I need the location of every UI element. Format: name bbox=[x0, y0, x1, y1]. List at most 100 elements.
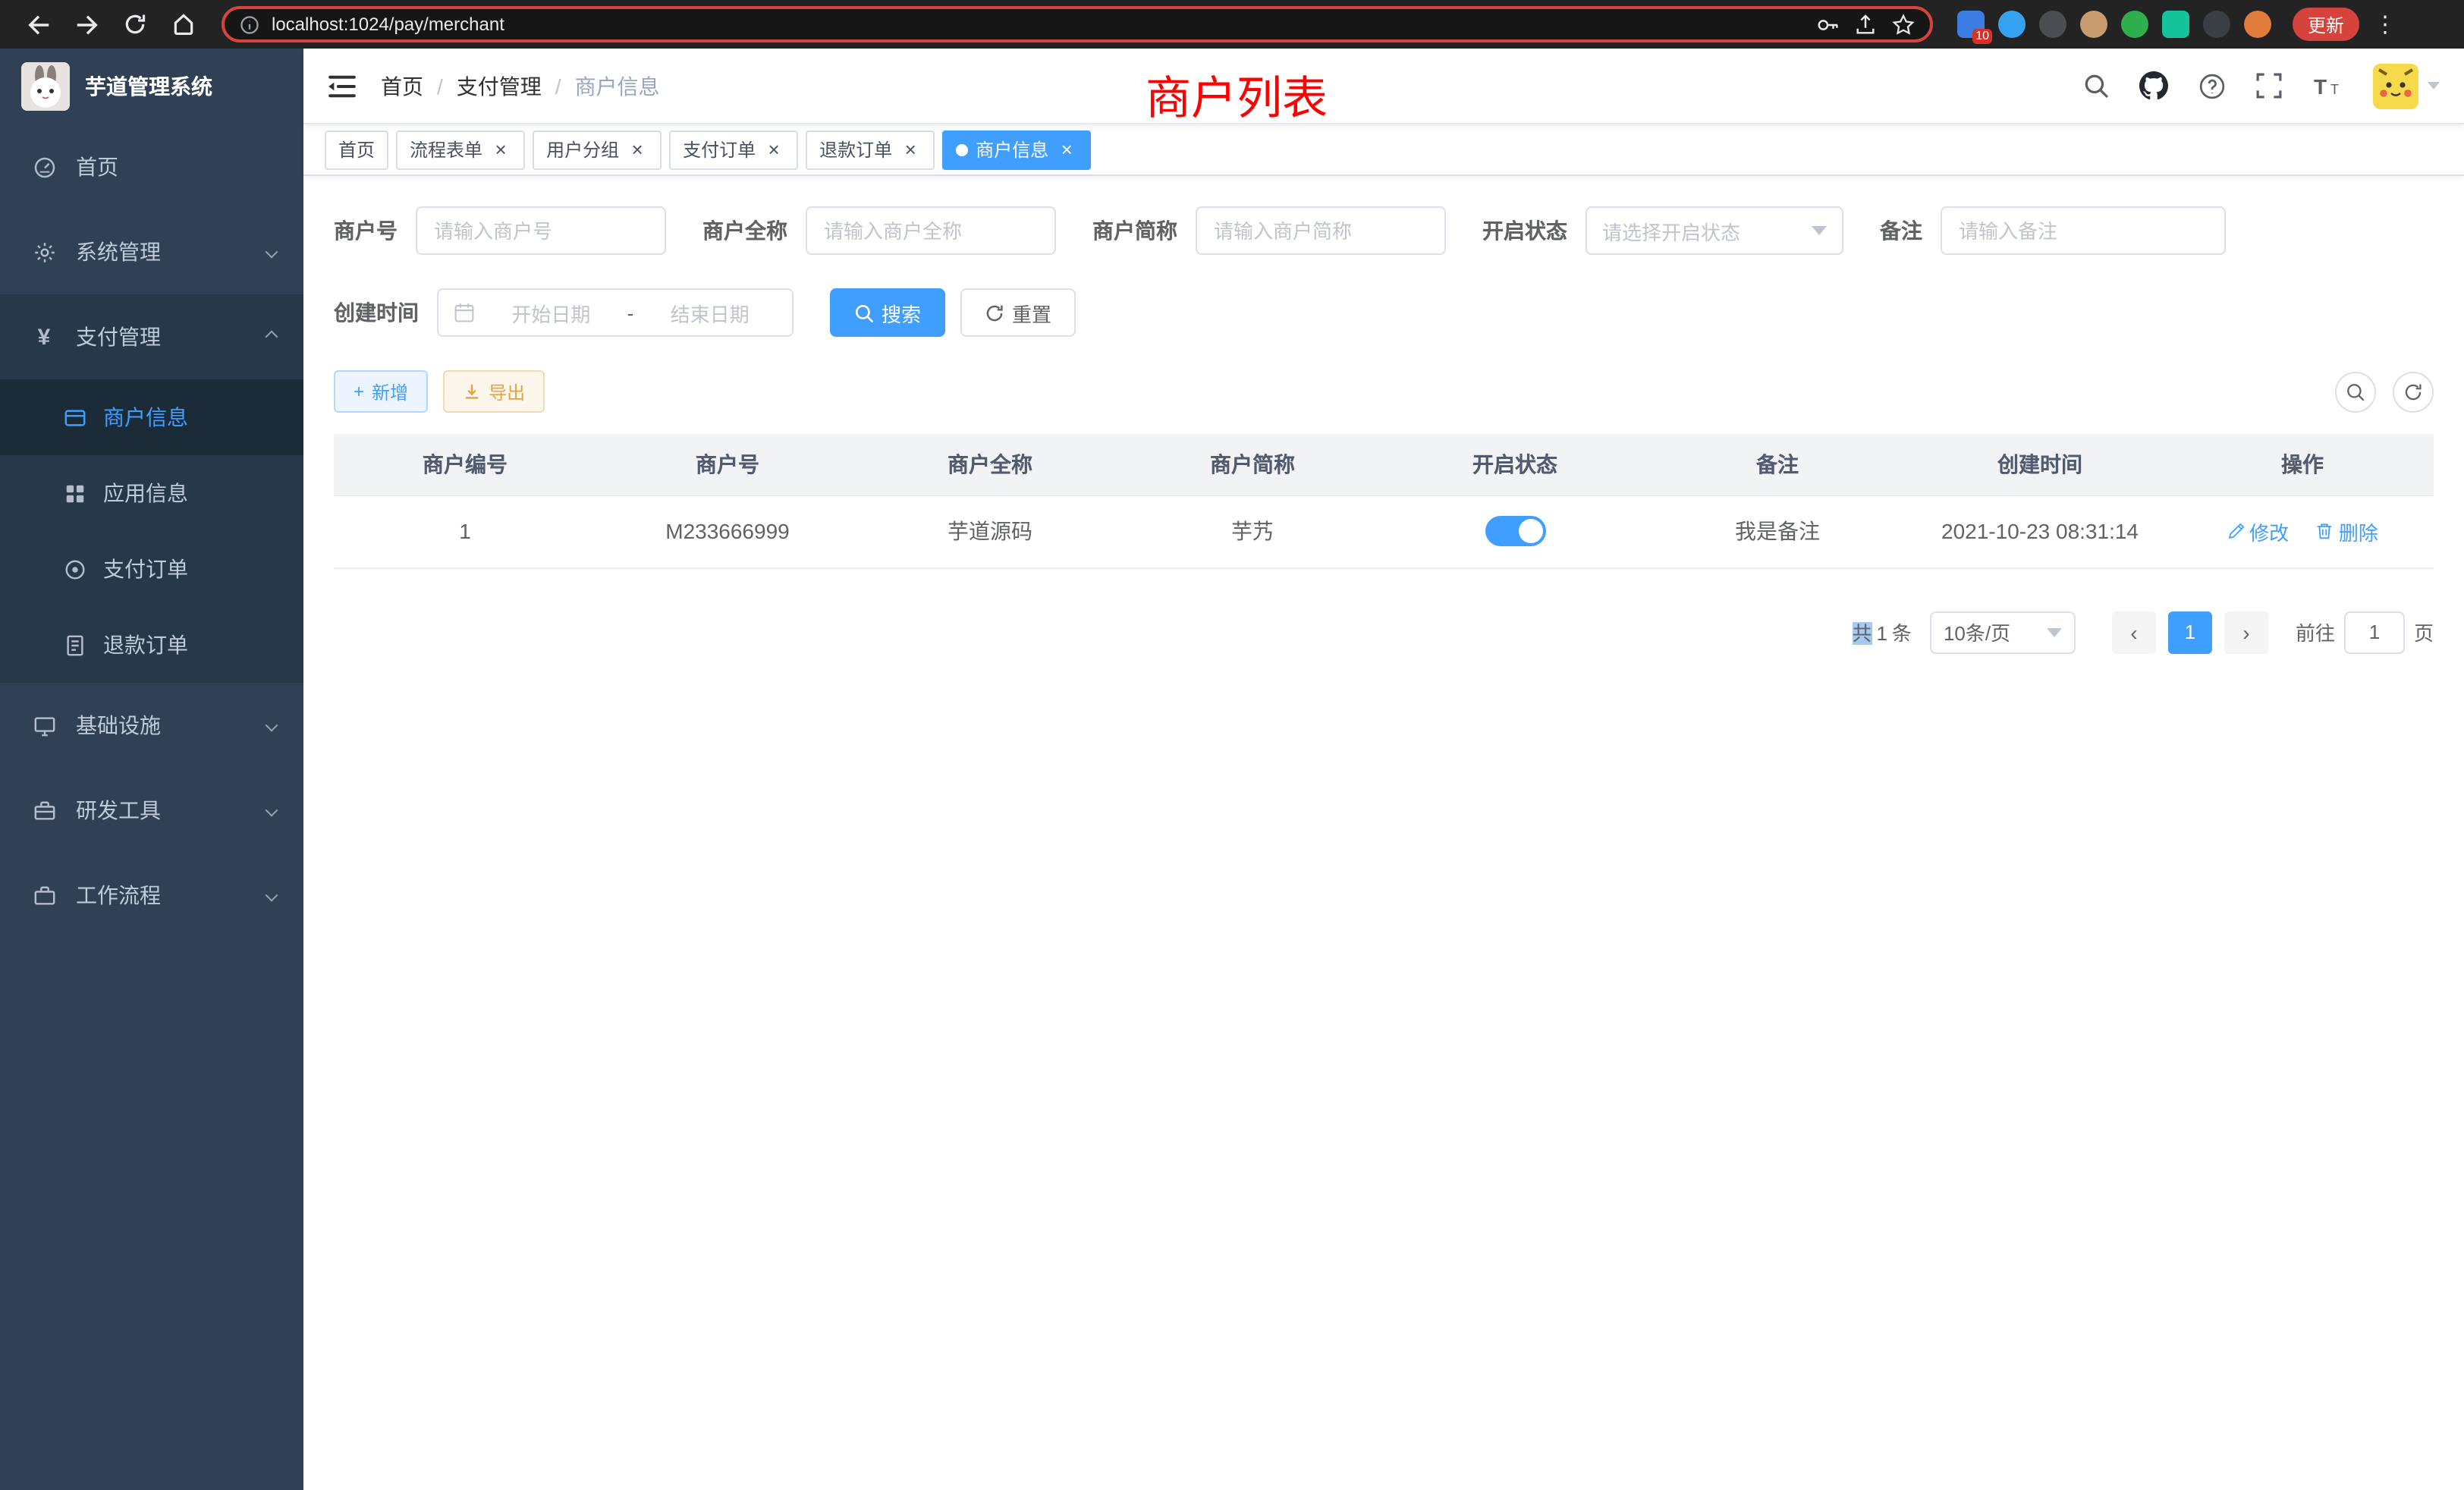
sidebar-item-dev-tools[interactable]: 研发工具 bbox=[0, 768, 303, 853]
page-content: 商户号 商户全称 商户简称 开启状态 请选择开启状态 bbox=[303, 176, 2464, 1490]
field-label: 备注 bbox=[1880, 215, 1922, 246]
refresh-button[interactable] bbox=[2393, 371, 2434, 412]
hamburger-menu-icon[interactable] bbox=[328, 74, 357, 98]
password-key-icon[interactable] bbox=[1816, 13, 1839, 36]
sidebar-subitem-merchant-info[interactable]: 商户信息 bbox=[0, 379, 303, 455]
merchant-name-input[interactable] bbox=[806, 206, 1056, 255]
bookmark-star-icon[interactable] bbox=[1892, 13, 1915, 36]
tab-refund-order[interactable]: 退款订单 × bbox=[806, 130, 935, 169]
extension-icon-1[interactable]: 10 bbox=[1957, 11, 1985, 38]
browser-menu-icon[interactable]: ⋮ bbox=[2371, 11, 2399, 38]
breadcrumb-item-payment[interactable]: 支付管理 bbox=[457, 71, 542, 101]
sidebar-item-payment[interactable]: ¥ 支付管理 bbox=[0, 294, 303, 379]
field-label: 开启状态 bbox=[1482, 215, 1567, 246]
create-time-range-picker[interactable]: 开始日期 - 结束日期 bbox=[437, 288, 794, 337]
extension-icon-3[interactable] bbox=[2039, 11, 2066, 38]
extension-icon-7[interactable] bbox=[2203, 11, 2230, 38]
search-icon[interactable] bbox=[2083, 73, 2109, 99]
extension-icon-2[interactable] bbox=[1998, 11, 2026, 38]
table-header-row: 商户编号 商户号 商户全称 商户简称 开启状态 备注 创建时间 操作 bbox=[334, 434, 2434, 495]
browser-address-bar[interactable]: localhost:1024/pay/merchant bbox=[222, 6, 1933, 42]
tab-merchant-info[interactable]: 商户信息 × bbox=[942, 130, 1091, 169]
status-select[interactable]: 请选择开启状态 bbox=[1586, 206, 1843, 255]
search-button-label: 搜索 bbox=[882, 298, 921, 327]
goto-page-input[interactable] bbox=[2344, 611, 2405, 653]
share-icon[interactable] bbox=[1854, 13, 1877, 36]
sidebar-item-system[interactable]: 系统管理 bbox=[0, 209, 303, 294]
help-question-icon[interactable] bbox=[2198, 72, 2226, 99]
breadcrumb: 首页 / 支付管理 / 商户信息 bbox=[381, 71, 660, 101]
tab-payment-order[interactable]: 支付订单 × bbox=[669, 130, 798, 169]
edit-link-label: 修改 bbox=[2249, 517, 2289, 545]
prev-page-button[interactable]: ‹ bbox=[2112, 611, 2156, 653]
select-placeholder: 请选择开启状态 bbox=[1602, 216, 1740, 245]
pagination-total: 共1条 bbox=[1852, 618, 1912, 646]
browser-home-icon[interactable] bbox=[161, 3, 206, 46]
add-button[interactable]: + 新增 bbox=[334, 370, 428, 413]
reset-button[interactable]: 重置 bbox=[960, 288, 1076, 337]
extension-icon-6[interactable] bbox=[2162, 11, 2189, 38]
page-1-button[interactable]: 1 bbox=[2168, 611, 2212, 653]
edit-link[interactable]: 修改 bbox=[2227, 517, 2289, 545]
merchant-card-icon bbox=[61, 406, 88, 429]
close-icon[interactable]: × bbox=[763, 139, 784, 160]
url-text: localhost:1024/pay/merchant bbox=[272, 14, 1804, 35]
sidebar-subitem-label: 商户信息 bbox=[103, 402, 188, 432]
close-icon[interactable]: × bbox=[490, 139, 511, 160]
filter-row-2: 创建时间 开始日期 - 结束日期 搜索 bbox=[334, 288, 2434, 337]
sidebar-item-infrastructure[interactable]: 基础设施 bbox=[0, 683, 303, 768]
sidebar-subitem-app-info[interactable]: 应用信息 bbox=[0, 455, 303, 531]
svg-text:T: T bbox=[2330, 81, 2339, 96]
close-icon[interactable]: × bbox=[1056, 139, 1077, 160]
tab-home[interactable]: 首页 bbox=[325, 130, 388, 169]
column-header: 开启状态 bbox=[1384, 434, 1646, 495]
toolbox-icon bbox=[30, 799, 58, 822]
goto-suffix: 页 bbox=[2414, 618, 2434, 646]
cell-status bbox=[1384, 495, 1646, 567]
merchant-short-name-input[interactable] bbox=[1196, 206, 1446, 255]
merchant-no-input[interactable] bbox=[416, 206, 666, 255]
page-size-select[interactable]: 10条/页 bbox=[1930, 611, 2076, 653]
filter-create-time: 创建时间 开始日期 - 结束日期 bbox=[334, 288, 794, 337]
font-size-icon[interactable]: TT bbox=[2312, 74, 2343, 98]
browser-forward-icon[interactable] bbox=[64, 3, 109, 46]
add-button-label: 新增 bbox=[372, 379, 408, 404]
extension-icon-8[interactable] bbox=[2244, 11, 2271, 38]
breadcrumb-item-home[interactable]: 首页 bbox=[381, 71, 423, 101]
browser-update-button[interactable]: 更新 bbox=[2293, 8, 2359, 41]
extension-icon-4[interactable] bbox=[2080, 11, 2107, 38]
browser-reload-icon[interactable] bbox=[112, 3, 158, 46]
user-menu[interactable] bbox=[2373, 63, 2440, 108]
filter-merchant-name: 商户全称 bbox=[702, 206, 1056, 255]
tab-user-group[interactable]: 用户分组 × bbox=[533, 130, 662, 169]
column-header: 操作 bbox=[2171, 434, 2434, 495]
sidebar-item-workflow[interactable]: 工作流程 bbox=[0, 853, 303, 938]
tab-process-form[interactable]: 流程表单 × bbox=[396, 130, 525, 169]
sidebar-menu: 首页 系统管理 ¥ 支付管理 bbox=[0, 124, 303, 938]
close-icon[interactable]: × bbox=[900, 139, 921, 160]
search-button[interactable]: 搜索 bbox=[830, 288, 945, 337]
fullscreen-icon[interactable] bbox=[2256, 73, 2282, 99]
next-page-button[interactable]: › bbox=[2224, 611, 2268, 653]
app-logo[interactable]: 芋道管理系统 bbox=[0, 49, 303, 124]
browser-back-icon[interactable] bbox=[15, 3, 61, 46]
remark-input[interactable] bbox=[1941, 206, 2226, 255]
user-avatar[interactable] bbox=[2373, 63, 2418, 108]
site-info-icon[interactable] bbox=[240, 14, 259, 34]
close-icon[interactable]: × bbox=[627, 139, 648, 160]
sidebar-subitem-payment-order[interactable]: 支付订单 bbox=[0, 531, 303, 607]
extension-icon-5[interactable] bbox=[2121, 11, 2148, 38]
delete-link-label: 删除 bbox=[2339, 517, 2378, 545]
toggle-search-button[interactable] bbox=[2335, 371, 2376, 412]
sidebar-item-home[interactable]: 首页 bbox=[0, 124, 303, 209]
github-icon[interactable] bbox=[2139, 71, 2168, 100]
grid-icon bbox=[61, 482, 88, 505]
sidebar-subitem-label: 退款订单 bbox=[103, 630, 188, 660]
sidebar-item-label: 研发工具 bbox=[76, 795, 161, 825]
chevron-down-icon bbox=[266, 804, 278, 817]
sidebar-subitem-refund-order[interactable]: 退款订单 bbox=[0, 607, 303, 683]
delete-link[interactable]: 删除 bbox=[2316, 517, 2378, 545]
status-toggle[interactable] bbox=[1485, 516, 1545, 546]
cell-merchant-name: 芋道源码 bbox=[859, 495, 1121, 567]
export-button[interactable]: 导出 bbox=[443, 370, 545, 413]
